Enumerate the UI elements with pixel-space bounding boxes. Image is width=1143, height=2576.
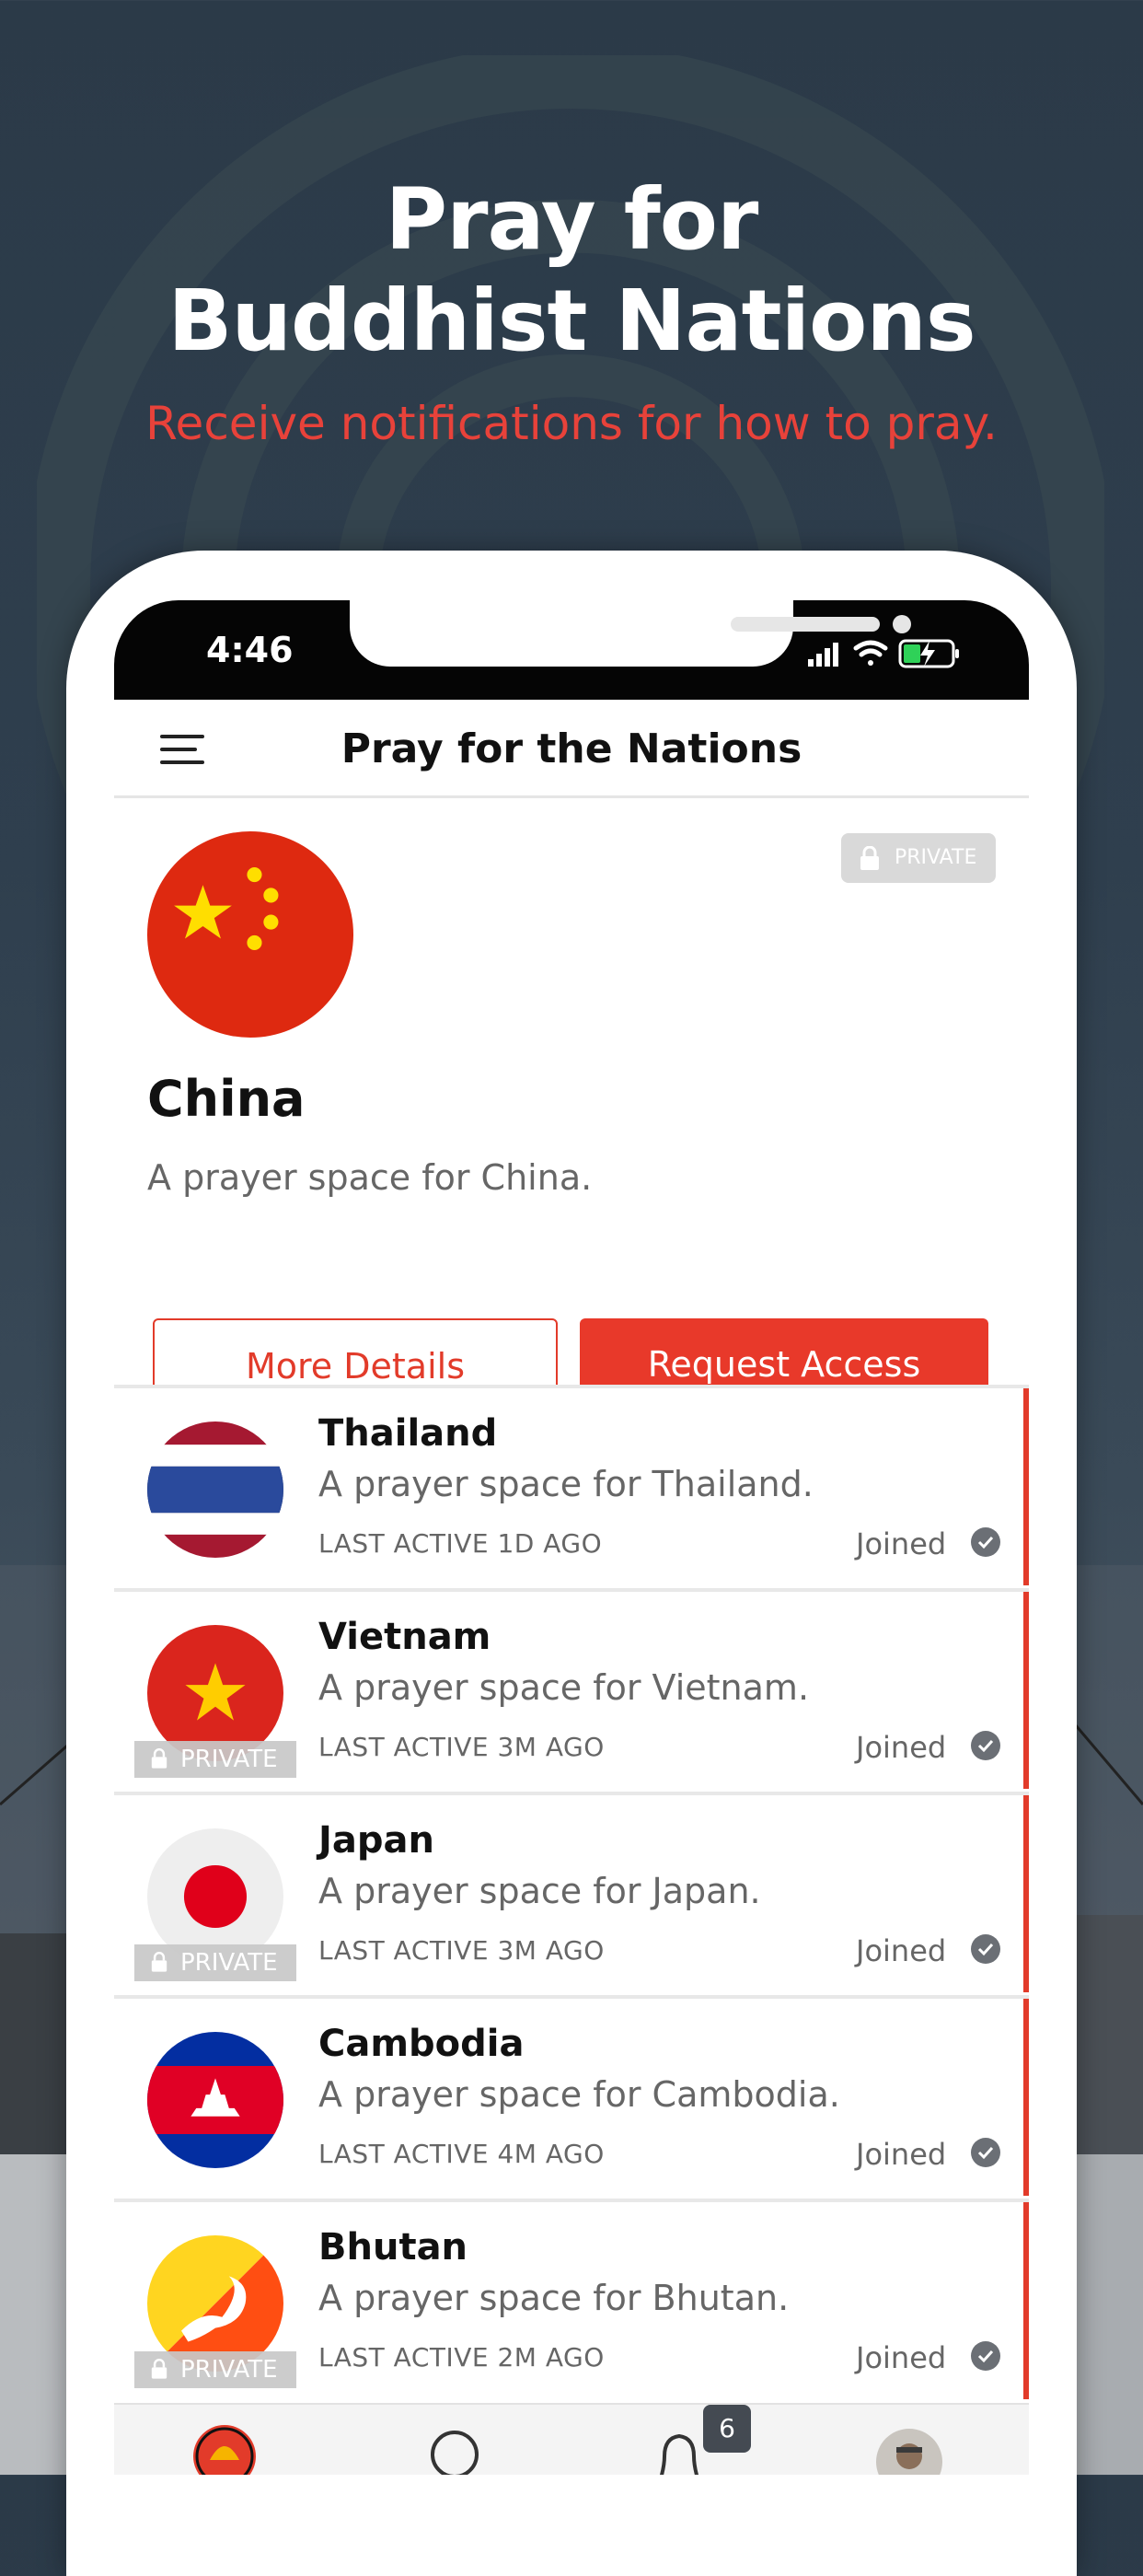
check-circle-icon <box>971 2341 1000 2371</box>
lock-icon <box>151 1748 167 1769</box>
row-accent <box>1023 1999 1029 2196</box>
lock-icon <box>860 846 879 870</box>
nav-bar: Pray for the Nations <box>114 700 1029 798</box>
row-accent <box>1023 2202 1029 2399</box>
tab-search-icon[interactable] <box>429 2427 480 2475</box>
private-badge: PRIVATE <box>134 1944 296 1981</box>
check-circle-icon <box>971 1934 1000 1964</box>
featured-country-card: PRIVATE China A prayer space for China. … <box>114 798 1029 1410</box>
row-accent <box>1023 1388 1029 1585</box>
lock-icon <box>151 2359 167 2379</box>
last-active: LAST ACTIVE 2M AGO <box>318 2342 605 2373</box>
tab-notifications-bell-icon[interactable] <box>652 2427 707 2475</box>
last-active: LAST ACTIVE 4M AGO <box>318 2139 605 2169</box>
featured-country-description: A prayer space for China. <box>147 1157 593 1198</box>
joined-status: Joined <box>856 2137 947 2172</box>
list-item[interactable]: PRIVATE Bhutan A prayer space for Bhutan… <box>114 2199 1029 2399</box>
country-description: A prayer space for Bhutan. <box>318 2278 790 2318</box>
nav-title: Pray for the Nations <box>341 725 802 772</box>
list-item[interactable]: PRIVATE Vietnam A prayer space for Vietn… <box>114 1588 1029 1789</box>
row-accent <box>1023 1795 1029 1992</box>
country-description: A prayer space for Japan. <box>318 1871 761 1911</box>
last-active: LAST ACTIVE 3M AGO <box>318 1732 605 1762</box>
signal-icon <box>808 643 838 667</box>
joined-status: Joined <box>856 1526 947 1561</box>
battery-charging-icon <box>898 639 959 668</box>
joined-status: Joined <box>856 1730 947 1765</box>
thailand-flag-icon <box>147 1421 283 1558</box>
china-flag-icon <box>147 831 353 1038</box>
cambodia-flag-icon <box>147 2032 283 2168</box>
private-badge-label: PRIVATE <box>180 2356 278 2384</box>
tab-home-lotus-icon[interactable] <box>191 2419 258 2475</box>
list-item[interactable]: Thailand A prayer space for Thailand. LA… <box>114 1385 1029 1585</box>
hero-title-line2: Buddhist Nations <box>167 272 976 370</box>
tab-bar: 6 <box>114 2403 1029 2475</box>
last-active: LAST ACTIVE 3M AGO <box>318 1935 605 1966</box>
joined-status: Joined <box>856 1933 947 1968</box>
list-item[interactable]: Cambodia A prayer space for Cambodia. LA… <box>114 1995 1029 2196</box>
joined-status: Joined <box>856 2340 947 2375</box>
check-circle-icon <box>971 1527 1000 1557</box>
status-bar: 4:46 <box>114 600 1029 700</box>
featured-country-name: China <box>147 1070 306 1128</box>
check-circle-icon <box>971 2138 1000 2167</box>
lock-icon <box>151 1952 167 1972</box>
wifi-icon <box>853 640 888 666</box>
private-badge-label: PRIVATE <box>180 1746 278 1773</box>
row-accent <box>1023 1592 1029 1789</box>
country-description: A prayer space for Thailand. <box>318 1464 814 1504</box>
country-description: A prayer space for Cambodia. <box>318 2074 840 2115</box>
country-description: A prayer space for Vietnam. <box>318 1667 810 1708</box>
notification-count-badge: 6 <box>703 2405 751 2453</box>
country-name: Bhutan <box>318 2226 468 2269</box>
check-circle-icon <box>971 1731 1000 1760</box>
private-badge: PRIVATE <box>134 1741 296 1778</box>
list-item[interactable]: PRIVATE Japan A prayer space for Japan. … <box>114 1792 1029 1992</box>
private-badge: PRIVATE <box>134 2351 296 2388</box>
private-badge-label: PRIVATE <box>180 1949 278 1977</box>
private-badge: PRIVATE <box>841 833 996 883</box>
country-name: Japan <box>318 1819 434 1862</box>
status-icons <box>808 639 959 668</box>
speaker-grille <box>731 617 880 632</box>
front-camera <box>893 615 911 633</box>
hero-title-line1: Pray for <box>385 170 759 269</box>
phone-screen: 4:46 Pray for the Nations PRIVATE China … <box>114 600 1029 2475</box>
last-active: LAST ACTIVE 1D AGO <box>318 1528 603 1559</box>
private-badge-label: PRIVATE <box>895 846 977 869</box>
tab-profile-avatar[interactable] <box>874 2427 944 2475</box>
hero-subtitle: Receive notifications for how to pray. <box>145 397 998 450</box>
country-name: Thailand <box>318 1412 498 1455</box>
notch <box>350 600 911 667</box>
status-time: 4:46 <box>206 630 294 670</box>
country-name: Cambodia <box>318 2023 525 2065</box>
country-name: Vietnam <box>318 1616 491 1658</box>
